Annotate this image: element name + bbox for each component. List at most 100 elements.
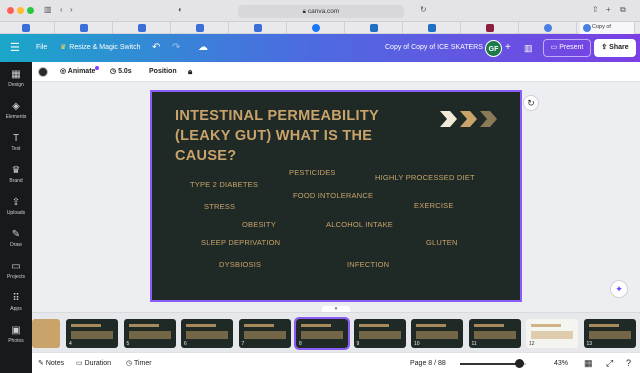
animate-label: Animate: [67, 68, 96, 75]
browser-tab[interactable]: [116, 22, 171, 34]
document-title[interactable]: Copy of Copy of ICE SKATERS: [385, 34, 483, 62]
page-number: 4: [69, 341, 72, 347]
page-indicator[interactable]: Page 8 / 88: [410, 353, 446, 373]
zoom-slider-knob[interactable]: [514, 359, 524, 368]
thumbnail-body-preview: [358, 331, 401, 339]
clock-icon: ◷: [110, 68, 119, 75]
browser-tab[interactable]: [348, 22, 403, 34]
add-collaborator-icon[interactable]: +: [505, 34, 511, 62]
cloud-save-icon[interactable]: ☁: [198, 34, 208, 62]
sidebar-item-uploads[interactable]: ⇪ Uploads: [0, 194, 32, 224]
browser-tab[interactable]: [58, 22, 113, 34]
browser-tab[interactable]: [406, 22, 461, 34]
window-close-button[interactable]: [7, 7, 14, 14]
slide-canvas[interactable]: INTESTINAL PERMEABILITY (LEAKY GUT) WHAT…: [150, 90, 522, 302]
redo-icon[interactable]: ↷: [172, 34, 180, 62]
apps-icon: ⠿: [12, 293, 20, 304]
avatar[interactable]: GF: [485, 40, 502, 57]
browser-tab[interactable]: [522, 22, 577, 34]
sidebar-item-text[interactable]: T Text: [0, 130, 32, 160]
address-bar[interactable]: 🔒︎ canva.com: [238, 5, 404, 18]
sidebar-item-brand[interactable]: ♛ Brand: [0, 162, 32, 192]
menu-icon[interactable]: ☰: [10, 34, 20, 62]
page-thumbnail[interactable]: 9: [353, 319, 406, 348]
lock-icon[interactable]: 🔒︎: [188, 62, 192, 82]
page-number: 5: [126, 341, 130, 347]
magic-assistant-icon[interactable]: ✦: [610, 280, 628, 298]
sidebar-item-draw[interactable]: ✎ Draw: [0, 226, 32, 256]
cause-food-intolerance[interactable]: FOOD INTOLERANCE: [293, 191, 373, 200]
page-thumbnail[interactable]: 5: [123, 319, 176, 348]
sidebar-item-apps[interactable]: ⠿ Apps: [0, 290, 32, 320]
browser-tab[interactable]: [290, 22, 345, 34]
forward-icon[interactable]: ›: [70, 5, 73, 14]
cause-highly-processed-diet[interactable]: HIGHLY PROCESSED DIET: [375, 173, 475, 182]
window-minimize-button[interactable]: [17, 7, 24, 14]
browser-toolbar: ▥ ‹ › ◐ 🔒︎ canva.com ↻ ⇧ + ⧉: [0, 0, 640, 22]
page-number: 13: [586, 341, 593, 347]
reload-icon[interactable]: ↻: [420, 5, 427, 14]
fullscreen-icon[interactable]: ⤢: [606, 353, 613, 373]
tab-favicon-icon: [312, 24, 320, 32]
undo-icon[interactable]: ↶: [152, 34, 160, 62]
zoom-level[interactable]: 43%: [554, 353, 568, 373]
thumbnail-body-preview: [531, 331, 573, 339]
page-thumbnail[interactable]: 4: [66, 319, 118, 348]
sidebar-item-design[interactable]: ▦ Design: [0, 66, 32, 96]
sidebar-item-projects[interactable]: ▭ Projects: [0, 258, 32, 288]
help-icon[interactable]: ?: [626, 353, 631, 373]
background-color-swatch[interactable]: [38, 67, 48, 77]
page-thumbnail[interactable]: 12: [526, 319, 578, 348]
cause-obesity[interactable]: OBESITY: [242, 220, 276, 229]
page-thumbnail[interactable]: [32, 319, 60, 348]
regenerate-icon[interactable]: ↻: [523, 95, 539, 111]
tab-favicon-icon: [544, 24, 552, 32]
page-number: 9: [356, 341, 360, 347]
grid-view-icon[interactable]: ▦: [584, 353, 593, 373]
cause-infection[interactable]: INFECTION: [347, 260, 389, 269]
page-thumbnail[interactable]: 8: [294, 317, 350, 350]
page-thumbnail[interactable]: 6: [181, 319, 233, 348]
page-thumbnail[interactable]: 11: [468, 319, 521, 348]
browser-tab[interactable]: [0, 22, 55, 34]
page-thumbnail[interactable]: 7: [238, 319, 291, 348]
present-button[interactable]: ▭ Present: [543, 39, 591, 57]
cause-pesticides[interactable]: PESTICIDES: [289, 168, 336, 177]
share-page-icon[interactable]: ⇧: [592, 5, 599, 14]
cause-dysbiosis[interactable]: DYSBIOSIS: [219, 260, 261, 269]
browser-tab[interactable]: [174, 22, 229, 34]
position-button[interactable]: Position: [149, 62, 177, 82]
cause-alcohol-intake[interactable]: ALCOHOL INTAKE: [326, 220, 393, 229]
slide-title[interactable]: INTESTINAL PERMEABILITY (LEAKY GUT) WHAT…: [175, 106, 405, 166]
thumbnail-body-preview: [37, 331, 60, 339]
resize-magic-switch-button[interactable]: ♛ Resize & Magic Switch: [60, 34, 140, 62]
sidebar-item-elements[interactable]: ◈ Elements: [0, 98, 32, 128]
browser-tab[interactable]: [232, 22, 287, 34]
insights-icon[interactable]: ▥: [524, 34, 533, 62]
sidebar-item-photos[interactable]: ▣ Photos: [0, 322, 32, 352]
notes-button[interactable]: ✎ Notes: [38, 353, 64, 373]
browser-tab[interactable]: Copy of: [580, 22, 635, 34]
tab-overview-icon[interactable]: ⧉: [620, 5, 626, 15]
thumbnail-title-preview: [473, 324, 504, 327]
cause-stress[interactable]: STRESS: [204, 202, 235, 211]
browser-tab[interactable]: [464, 22, 519, 34]
new-tab-icon[interactable]: +: [606, 5, 611, 14]
cause-gluten[interactable]: GLUTEN: [426, 238, 458, 247]
share-button[interactable]: ⇪ Share: [594, 39, 636, 57]
sidebar-toggle-icon[interactable]: ▥: [44, 5, 52, 14]
timer-icon: ◷: [126, 360, 134, 367]
cause-type-2-diabetes[interactable]: TYPE 2 DIABETES: [190, 180, 258, 189]
window-maximize-button[interactable]: [27, 7, 34, 14]
privacy-shield-icon[interactable]: ◐: [178, 5, 183, 14]
duration-button[interactable]: ◷ 5.0s: [110, 62, 132, 82]
animate-button[interactable]: ◎ Animate: [60, 62, 100, 82]
page-thumbnail[interactable]: 13: [583, 319, 636, 348]
cause-sleep-deprivation[interactable]: SLEEP DEPRIVATION: [201, 238, 280, 247]
back-icon[interactable]: ‹: [60, 5, 63, 14]
page-thumbnail[interactable]: 10: [411, 319, 463, 348]
timer-button[interactable]: ◷ Timer: [126, 353, 152, 373]
file-menu-button[interactable]: File: [36, 34, 47, 62]
duration-toggle-button[interactable]: ▭ Duration: [76, 353, 111, 373]
cause-exercise[interactable]: EXERCISE: [414, 201, 454, 210]
